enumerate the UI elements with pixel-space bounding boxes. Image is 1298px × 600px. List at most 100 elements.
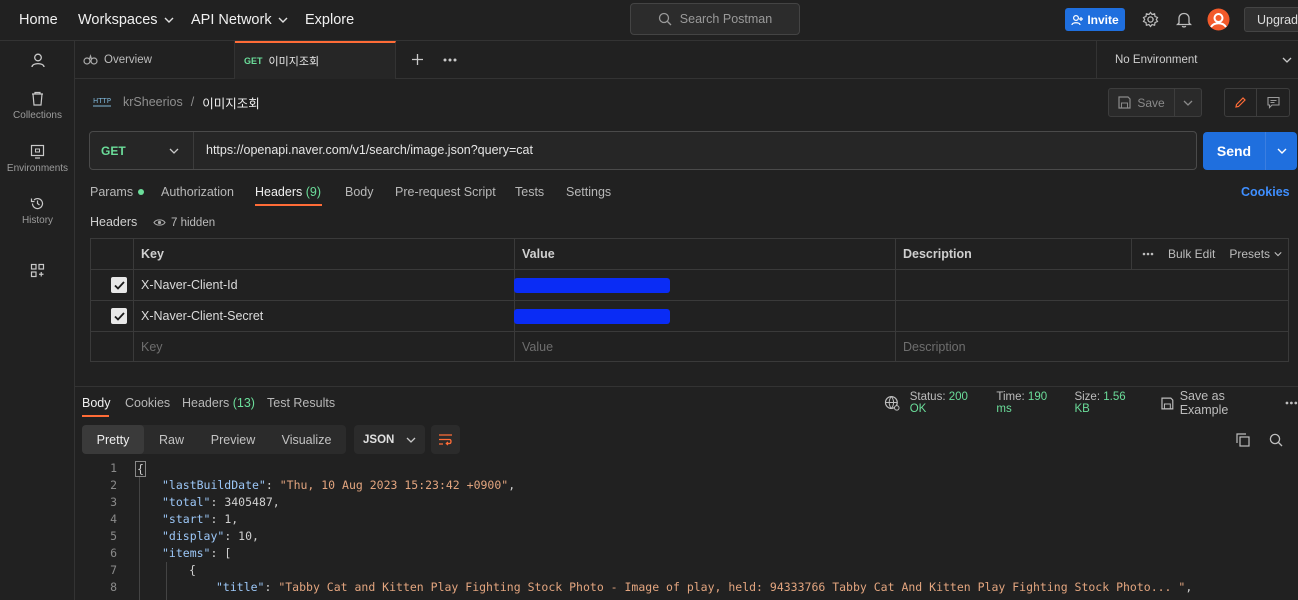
url-input[interactable]: https://openapi.naver.com/v1/search/imag… [206,143,533,157]
notifications-button[interactable] [1176,11,1192,28]
tab-settings-label: Settings [566,185,612,199]
user-icon [30,53,45,68]
tab-body[interactable]: Body [345,185,374,199]
sidebar-item-configure[interactable] [0,263,75,278]
send-options-button[interactable] [1266,132,1297,170]
tab-settings[interactable]: Settings [566,185,611,199]
new-tab-button[interactable] [411,53,424,66]
new-value-input[interactable]: Value [514,332,553,362]
send-button[interactable]: Send [1203,132,1297,170]
more-horizontal-icon[interactable] [1285,401,1298,405]
tab-options-button[interactable] [443,58,457,62]
response-tab-test-results[interactable]: Test Results [267,396,335,410]
comments-button[interactable] [1257,89,1289,116]
nav-explore[interactable]: Explore [305,0,354,40]
environment-selector[interactable]: No Environment [1096,41,1298,79]
time-group[interactable]: Time: 190 ms [996,391,1064,415]
response-divider[interactable] [75,386,1298,387]
sidebar-item-collections[interactable]: Collections [0,91,75,121]
response-tab-headers[interactable]: Headers (13) [182,396,255,410]
checkmark-icon [113,280,125,290]
format-visualize[interactable]: Visualize [267,425,346,454]
avatar[interactable] [1207,8,1230,31]
nav-workspaces[interactable]: Workspaces [78,0,174,40]
code-open-brace: { [135,461,146,477]
copy-button[interactable] [1236,433,1250,447]
json-number: 3405487 [224,495,273,509]
header-key-cell[interactable]: X-Naver-Client-Secret [133,301,263,331]
chevron-down-icon [1277,148,1286,154]
size-group[interactable]: Size: 1.56 KB [1074,391,1143,415]
redacted-value[interactable] [514,278,670,293]
nav-home[interactable]: Home [19,0,58,40]
checkbox-checked[interactable] [111,308,127,324]
response-tab-cookies[interactable]: Cookies [125,396,170,410]
new-description-input[interactable]: Description [895,332,966,362]
upgrade-button[interactable]: Upgrade [1244,7,1298,32]
presets-dropdown[interactable]: Presets [1229,247,1282,261]
json-string: "Thu, 10 Aug 2023 15:23:42 +0900" [279,478,509,492]
save-button[interactable]: Save [1108,88,1202,117]
sidebar-item-label: Collections [13,110,62,121]
format-pretty[interactable]: Pretty [82,425,144,454]
sidebar-item-account[interactable] [0,53,75,68]
save-icon [1118,96,1131,109]
header-key-cell[interactable]: X-Naver-Client-Id [133,270,238,300]
wrap-lines-button[interactable] [431,425,460,454]
sidebar-item-environments[interactable]: Environments [0,144,75,174]
sidebar-item-history[interactable]: History [0,196,75,226]
table-header-row: Key Value Description Bulk Edit Presets [91,239,1288,270]
redacted-value[interactable] [514,309,670,324]
method-select[interactable]: GET [90,132,194,169]
search-icon [658,12,672,26]
tab-authorization-label: Authorization [161,185,234,199]
save-label: Save [1137,95,1165,110]
comment-icon [1266,96,1280,109]
nav-workspaces-label: Workspaces [78,12,158,28]
bulk-edit-button[interactable]: Bulk Edit [1168,247,1215,261]
new-key-input[interactable]: Key [133,332,163,362]
search-input[interactable]: Search Postman [630,3,800,35]
response-tab-test-results-label: Test Results [267,396,336,410]
format-raw[interactable]: Raw [144,425,199,454]
headers-section-label: Headers [90,215,138,229]
hidden-headers-toggle[interactable]: 7 hidden [145,213,223,232]
response-body-code[interactable]: 1 2 3 4 5 6 7 8 { "lastBuildDate": "Thu,… [75,459,1298,600]
tab-pre-request-script[interactable]: Pre-request Script [395,185,496,199]
search-response-button[interactable] [1269,433,1283,447]
row-checkbox[interactable] [111,270,127,300]
save-options-button[interactable] [1175,89,1201,116]
add-user-icon [1071,14,1084,25]
invite-button[interactable]: Invite [1065,8,1125,31]
language-label: JSON [363,433,395,446]
breadcrumb-collection[interactable]: krSheerios [123,95,183,109]
nav-api-network[interactable]: API Network [191,0,288,40]
tab-headers[interactable]: Headers (9) [255,185,322,206]
more-horizontal-icon[interactable] [1142,252,1154,256]
format-segmented-control: Pretty Raw Preview Visualize [82,425,346,454]
tab-pre-request-label: Pre-request Script [395,185,496,199]
tab-authorization[interactable]: Authorization [161,185,234,199]
tab-tests[interactable]: Tests [515,185,544,199]
language-select[interactable]: JSON [354,425,425,454]
settings-button[interactable] [1142,11,1159,28]
json-string: "Tabby Cat and Kitten Play Fighting Stoc… [278,580,1186,594]
globe-network-icon[interactable] [884,395,900,411]
tab-request-image-search[interactable]: GET 이미지조회 [235,41,396,79]
tab-overview[interactable]: Overview [75,41,235,79]
save-as-example-button[interactable]: Save as Example [1161,389,1275,417]
status-group[interactable]: Status: 200 OK [910,391,987,415]
tab-params[interactable]: Params [90,185,145,199]
response-tab-body[interactable]: Body [82,396,111,417]
row-checkbox[interactable] [111,301,127,331]
column-header-value: Value [522,247,555,261]
format-preview[interactable]: Preview [199,425,267,454]
breadcrumb-request-name[interactable]: 이미지조회 [202,93,260,112]
json-key: "display" [162,529,225,543]
checkbox-checked[interactable] [111,277,127,293]
chevron-down-icon [1282,57,1292,63]
edit-button[interactable] [1225,89,1257,116]
table-row-new: Key Value Description [91,332,1288,363]
cookies-link[interactable]: Cookies [1241,185,1290,199]
json-key: "title" [216,580,265,594]
